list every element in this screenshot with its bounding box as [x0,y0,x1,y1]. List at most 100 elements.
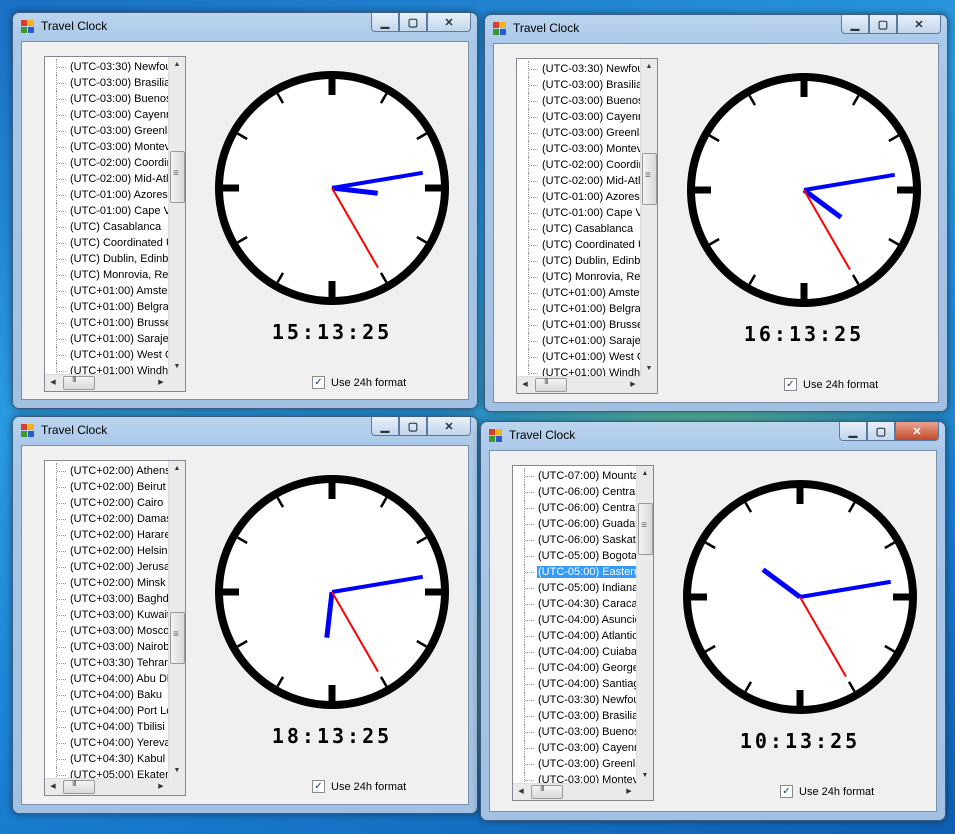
timezone-item[interactable]: (UTC-02:00) Coordin [517,157,641,173]
horizontal-scrollbar[interactable]: ◀ ▶ [513,783,637,800]
scroll-down-arrow-icon[interactable]: ▼ [169,764,185,778]
timezone-item[interactable]: (UTC-03:00) Buenos [45,91,169,107]
horizontal-scroll-thumb[interactable] [535,377,567,392]
timezone-item[interactable]: (UTC+01:00) Amster [517,285,641,301]
timezone-item[interactable]: (UTC+01:00) Brussel [517,317,641,333]
maximize-button[interactable]: ▢ [867,422,895,441]
scroll-up-arrow-icon[interactable]: ▲ [637,467,653,481]
timezone-item[interactable]: (UTC-02:00) Mid-Atla [517,173,641,189]
timezone-item[interactable]: (UTC+03:00) Nairobi [45,639,169,655]
timezone-item[interactable]: (UTC-07:00) Mounta [513,468,637,484]
timezone-item[interactable]: (UTC-03:00) Cayenn [517,109,641,125]
timezone-item[interactable]: (UTC-05:00) Indiana [513,580,637,596]
timezone-tree[interactable]: (UTC+02:00) Athens (UTC+02:00) Beirut (UTC… [44,460,186,796]
timezone-item[interactable]: (UTC-03:00) Brasilia [45,75,169,91]
timezone-item[interactable]: (UTC-01:00) Cape Ve [517,205,641,221]
horizontal-scroll-thumb[interactable] [63,779,95,794]
horizontal-scrollbar[interactable]: ◀ ▶ [517,376,641,393]
timezone-item[interactable]: (UTC+04:00) Abu Dh [45,671,169,687]
travel-clock-window[interactable]: Travel Clock ▁ ▢ ✕ (UTC-03:30) Newfou (UTC-03… [484,14,948,412]
minimize-button[interactable]: ▁ [371,13,399,32]
use-24h-checkbox[interactable]: ✓ Use 24h format [312,376,406,389]
timezone-item[interactable]: (UTC+01:00) Belgrac [517,301,641,317]
timezone-item[interactable]: (UTC) Coordinated U [45,235,169,251]
timezone-item[interactable]: (UTC-03:00) Buenos [517,93,641,109]
timezone-item[interactable]: (UTC+02:00) Harare [45,527,169,543]
timezone-item[interactable]: (UTC+04:00) Baku [45,687,169,703]
use-24h-checkbox[interactable]: ✓ Use 24h format [784,378,878,391]
travel-clock-window[interactable]: Travel Clock ▁ ▢ ✕ (UTC-03:30) Newfou (UTC-03… [12,12,478,409]
timezone-tree[interactable]: (UTC-03:30) Newfou (UTC-03:00) Brasilia (U… [44,56,186,392]
timezone-item[interactable]: (UTC+04:00) Port Lo [45,703,169,719]
vertical-scrollbar[interactable]: ▲ ▼ [636,466,653,784]
scroll-right-arrow-icon[interactable]: ▶ [622,784,636,800]
scroll-thumb[interactable] [170,151,185,204]
timezone-item[interactable]: (UTC) Dublin, Edinbu [45,251,169,267]
timezone-item[interactable]: (UTC-03:00) Cayenn [513,740,637,756]
timezone-item[interactable]: (UTC+02:00) Minsk [45,575,169,591]
horizontal-scrollbar[interactable]: ◀ ▶ [45,374,169,391]
timezone-item[interactable]: (UTC+04:00) Tbilisi [45,719,169,735]
timezone-tree[interactable]: (UTC-03:30) Newfou (UTC-03:00) Brasilia (U… [516,58,658,394]
scroll-thumb[interactable] [638,503,653,555]
close-button[interactable]: ✕ [427,13,471,32]
timezone-item[interactable]: (UTC-03:30) Newfou [513,692,637,708]
timezone-item[interactable]: (UTC) Monrovia, Rey [517,269,641,285]
timezone-item[interactable]: (UTC+02:00) Helsink [45,543,169,559]
timezone-item[interactable]: (UTC-06:00) Guadala [513,516,637,532]
timezone-item[interactable]: (UTC-04:00) Georget [513,660,637,676]
timezone-item[interactable]: (UTC) Monrovia, Rey [45,267,169,283]
timezone-item[interactable]: (UTC+01:00) Brussel [45,315,169,331]
timezone-item[interactable]: (UTC+04:30) Kabul [45,751,169,767]
title-bar[interactable]: Travel Clock ▁ ▢ ✕ [13,417,477,445]
timezone-item[interactable]: (UTC-03:00) Greenla [517,125,641,141]
timezone-item[interactable]: (UTC-04:00) Asuncic [513,612,637,628]
timezone-item[interactable]: (UTC-01:00) Cape Ve [45,203,169,219]
scroll-left-arrow-icon[interactable]: ◀ [46,375,60,391]
timezone-item[interactable]: (UTC+01:00) West C [45,347,169,363]
maximize-button[interactable]: ▢ [869,15,897,34]
timezone-item[interactable]: (UTC+02:00) Jerusal [45,559,169,575]
timezone-item[interactable]: (UTC) Casablanca [517,221,641,237]
timezone-item[interactable]: (UTC+02:00) Damas [45,511,169,527]
timezone-item[interactable]: (UTC+04:00) Yereva [45,735,169,751]
timezone-item[interactable]: (UTC) Casablanca [45,219,169,235]
scroll-thumb[interactable] [170,612,185,665]
timezone-item[interactable]: (UTC-02:00) Mid-Atla [45,171,169,187]
checkbox-box[interactable]: ✓ [784,378,797,391]
close-button[interactable]: ✕ [897,15,941,34]
timezone-item[interactable]: (UTC-03:00) Greenla [513,756,637,772]
timezone-item[interactable]: (UTC-02:00) Coordin [45,155,169,171]
checkbox-box[interactable]: ✓ [312,780,325,793]
timezone-item[interactable]: (UTC+02:00) Athens [45,463,169,479]
timezone-item[interactable]: (UTC-03:00) Cayenn [45,107,169,123]
timezone-item[interactable]: (UTC+01:00) Sarajev [45,331,169,347]
timezone-item[interactable]: (UTC+02:00) Cairo [45,495,169,511]
scroll-down-arrow-icon[interactable]: ▼ [641,362,657,376]
timezone-item[interactable]: (UTC+01:00) Amster [45,283,169,299]
timezone-item[interactable]: (UTC+03:00) Moscov [45,623,169,639]
timezone-item[interactable]: (UTC-05:00) Bogota, [513,548,637,564]
scroll-up-arrow-icon[interactable]: ▲ [169,462,185,476]
scroll-left-arrow-icon[interactable]: ◀ [518,377,532,393]
scroll-up-arrow-icon[interactable]: ▲ [641,60,657,74]
scroll-left-arrow-icon[interactable]: ◀ [46,779,60,795]
timezone-item[interactable]: (UTC) Coordinated U [517,237,641,253]
scroll-up-arrow-icon[interactable]: ▲ [169,58,185,72]
timezone-item[interactable]: (UTC-03:00) Buenos [513,724,637,740]
timezone-item[interactable]: (UTC+03:00) Kuwait [45,607,169,623]
timezone-item[interactable]: (UTC+01:00) Sarajev [517,333,641,349]
timezone-item[interactable]: (UTC-04:30) Caracas [513,596,637,612]
close-button[interactable]: ✕ [427,417,471,436]
timezone-item[interactable]: (UTC-03:30) Newfou [45,59,169,75]
timezone-item[interactable]: (UTC-06:00) Saskatc [513,532,637,548]
minimize-button[interactable]: ▁ [841,15,869,34]
timezone-item[interactable]: (UTC-06:00) Central [513,500,637,516]
title-bar[interactable]: Travel Clock ▁ ▢ ✕ [481,422,945,450]
timezone-item[interactable]: (UTC-05:00) Eastern [513,564,637,580]
timezone-tree[interactable]: (UTC-07:00) Mounta (UTC-06:00) Central (UT… [512,465,654,801]
use-24h-checkbox[interactable]: ✓ Use 24h format [780,785,874,798]
timezone-item[interactable]: (UTC-04:00) Atlantic [513,628,637,644]
timezone-item[interactable]: (UTC-01:00) Azores [45,187,169,203]
title-bar[interactable]: Travel Clock ▁ ▢ ✕ [13,13,477,41]
